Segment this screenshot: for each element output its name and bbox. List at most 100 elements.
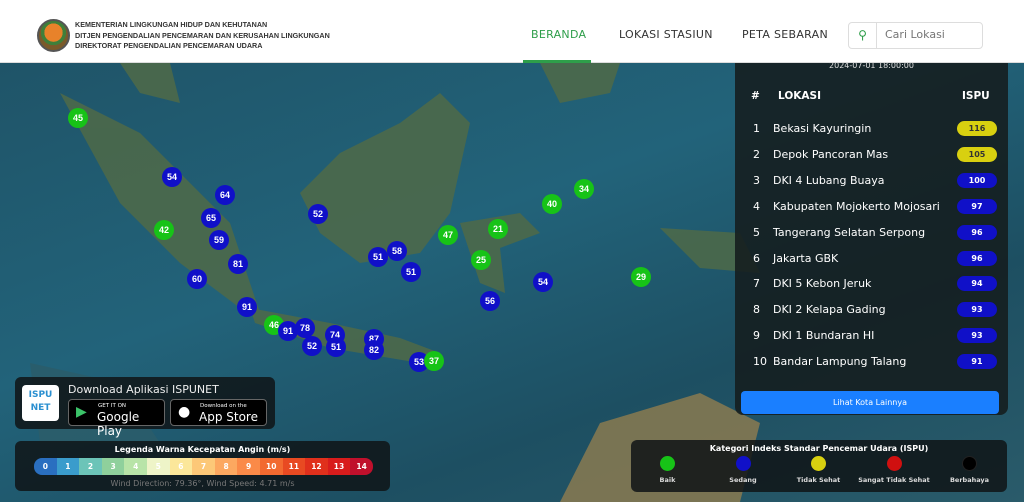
google-play-label: Google Play bbox=[97, 410, 140, 438]
app-download-title: Download Aplikasi ISPUNET bbox=[68, 383, 219, 396]
ranking-row[interactable]: 8 DKI 2 Kelapa Gading 93 bbox=[735, 302, 1008, 329]
col-ispu-header: ISPU bbox=[962, 90, 990, 102]
ispu-badge: 96 bbox=[957, 250, 997, 266]
station-marker[interactable]: 51 bbox=[326, 337, 346, 357]
ministry-logo[interactable] bbox=[37, 19, 70, 52]
org-line-2: DITJEN PENGENDALIAN PENCEMARAN DAN KERUS… bbox=[75, 30, 330, 40]
ranking-row[interactable]: 3 DKI 4 Lubang Buaya 100 bbox=[735, 172, 1008, 200]
rank-number: 9 bbox=[753, 329, 760, 343]
ispu-badge: 94 bbox=[957, 276, 997, 292]
ranking-row[interactable]: 10 Bandar Lampung Talang 91 bbox=[735, 354, 1008, 381]
category-label: Berbahaya bbox=[949, 476, 990, 484]
ranking-row[interactable]: 4 Kabupaten Mojokerto Mojosari 97 bbox=[735, 198, 1008, 226]
header: KEMENTERIAN LINGKUNGAN HIDUP DAN KEHUTAN… bbox=[0, 0, 1024, 63]
search-input[interactable] bbox=[885, 28, 975, 41]
location-name: DKI 4 Lubang Buaya bbox=[773, 173, 885, 187]
station-marker[interactable]: 65 bbox=[201, 208, 221, 228]
station-marker[interactable]: 91 bbox=[237, 297, 257, 317]
station-marker[interactable]: 51 bbox=[401, 262, 421, 282]
location-name: Depok Pancoran Mas bbox=[773, 147, 889, 161]
wind-info: Wind Direction: 79.36°, Wind Speed: 4.71… bbox=[110, 479, 295, 488]
google-play-button[interactable]: ▶ GET IT ON Google Play bbox=[68, 399, 165, 438]
wind-scale-step: 8 bbox=[214, 458, 238, 475]
wind-speed-legend: Legenda Warna Kecepatan Angin (m/s) 0123… bbox=[15, 441, 390, 491]
nav-lokasi-stasiun[interactable]: LOKASI STASIUN bbox=[619, 28, 713, 41]
ispu-badge: 96 bbox=[957, 224, 997, 240]
search-box: ⚲ bbox=[848, 22, 983, 49]
wind-scale-step: 10 bbox=[259, 458, 283, 475]
col-number-header: # bbox=[751, 90, 760, 102]
wind-scale-step: 1 bbox=[56, 458, 80, 475]
station-marker[interactable]: 54 bbox=[533, 272, 553, 292]
ispu-category: Baik bbox=[630, 456, 705, 484]
station-marker[interactable]: 25 bbox=[471, 250, 491, 270]
category-label: Sangat Tidak Sehat bbox=[858, 476, 930, 484]
station-marker[interactable]: 45 bbox=[68, 108, 88, 128]
category-color-dot bbox=[962, 456, 977, 471]
ranking-row[interactable]: 1 Bekasi Kayuringin 116 bbox=[735, 121, 1008, 148]
nav-active-indicator bbox=[523, 60, 591, 63]
ispu-badge: 97 bbox=[957, 198, 997, 214]
wind-color-scale: 0 1 2 3 4 5 6 7 8 9 10 11 12 13 14 bbox=[34, 458, 373, 475]
station-marker[interactable]: 81 bbox=[228, 254, 248, 274]
rank-number: 7 bbox=[753, 277, 760, 291]
location-name: DKI 2 Kelapa Gading bbox=[773, 303, 886, 317]
wind-scale-step: 4 bbox=[124, 458, 147, 475]
nav-beranda[interactable]: BERANDA bbox=[531, 28, 586, 41]
station-marker[interactable]: 51 bbox=[368, 247, 388, 267]
rank-number: 5 bbox=[753, 225, 760, 239]
rank-number: 2 bbox=[753, 147, 760, 161]
location-name: Bekasi Kayuringin bbox=[773, 122, 872, 135]
station-marker[interactable]: 59 bbox=[209, 230, 229, 250]
station-marker[interactable]: 54 bbox=[162, 167, 182, 187]
google-play-icon: ▶ bbox=[76, 404, 87, 420]
wind-scale-step: 6 bbox=[169, 458, 193, 475]
station-marker[interactable]: 40 bbox=[542, 194, 562, 214]
station-marker[interactable]: 52 bbox=[308, 204, 328, 224]
ranking-row[interactable]: 5 Tangerang Selatan Serpong 96 bbox=[735, 224, 1008, 252]
ispu-badge: 100 bbox=[957, 172, 997, 188]
category-color-dot bbox=[735, 456, 751, 471]
station-marker[interactable]: 60 bbox=[187, 269, 207, 289]
wind-legend-title: Legenda Warna Kecepatan Angin (m/s) bbox=[114, 445, 291, 454]
station-marker[interactable]: 37 bbox=[424, 351, 444, 371]
station-marker[interactable]: 47 bbox=[438, 225, 458, 245]
station-marker[interactable]: 21 bbox=[488, 219, 508, 239]
ranking-row[interactable]: 9 DKI 1 Bundaran HI 93 bbox=[735, 328, 1008, 355]
app-store-label: App Store bbox=[199, 410, 258, 424]
station-marker[interactable]: 64 bbox=[215, 185, 235, 205]
ispu-badge: 93 bbox=[957, 328, 997, 344]
station-marker[interactable]: 56 bbox=[480, 291, 500, 311]
app-store-button[interactable]: ● Download on the App Store bbox=[170, 399, 267, 426]
wind-scale-step: 5 bbox=[146, 458, 170, 475]
ispu-category: Berbahaya bbox=[932, 456, 1007, 484]
location-name: Tangerang Selatan Serpong bbox=[773, 225, 926, 239]
ranking-row[interactable]: 2 Depok Pancoran Mas 105 bbox=[735, 146, 1008, 174]
ispu-badge: 91 bbox=[957, 354, 997, 370]
station-marker[interactable]: 52 bbox=[302, 336, 322, 356]
google-play-small-text: GET IT ON bbox=[98, 403, 127, 409]
station-marker[interactable]: 82 bbox=[364, 340, 384, 360]
apple-icon: ● bbox=[178, 404, 191, 420]
station-marker[interactable]: 29 bbox=[631, 267, 651, 287]
station-marker[interactable]: 78 bbox=[295, 318, 315, 338]
rank-number: 6 bbox=[753, 251, 760, 265]
wind-scale-step: 0 bbox=[34, 458, 57, 475]
see-more-cities-button[interactable]: Lihat Kota Lainnya bbox=[741, 391, 999, 414]
station-marker[interactable]: 34 bbox=[574, 179, 594, 199]
station-marker[interactable]: 42 bbox=[154, 220, 174, 240]
category-label: Baik bbox=[659, 476, 676, 484]
app-store-small-text: Download on the bbox=[200, 403, 247, 409]
station-marker[interactable]: 58 bbox=[387, 241, 407, 261]
org-line-1: KEMENTERIAN LINGKUNGAN HIDUP DAN KEHUTAN… bbox=[75, 20, 268, 29]
ranking-row[interactable]: 7 DKI 5 Kebon Jeruk 94 bbox=[735, 276, 1008, 303]
ranking-row[interactable]: 6 Jakarta GBK 96 bbox=[735, 250, 1008, 278]
search-icon[interactable]: ⚲ bbox=[849, 23, 877, 48]
organization-name: KEMENTERIAN LINGKUNGAN HIDUP DAN KEHUTAN… bbox=[75, 20, 330, 52]
ispunet-logo: ISPU NET bbox=[22, 385, 59, 421]
ispu-legend-title: Kategori Indeks Standar Pencemar Udara (… bbox=[709, 444, 929, 453]
wind-scale-step: 14 bbox=[350, 458, 373, 475]
rank-number: 1 bbox=[753, 122, 760, 135]
wind-scale-step: 9 bbox=[237, 458, 260, 475]
nav-peta-sebaran[interactable]: PETA SEBARAN bbox=[742, 28, 828, 41]
